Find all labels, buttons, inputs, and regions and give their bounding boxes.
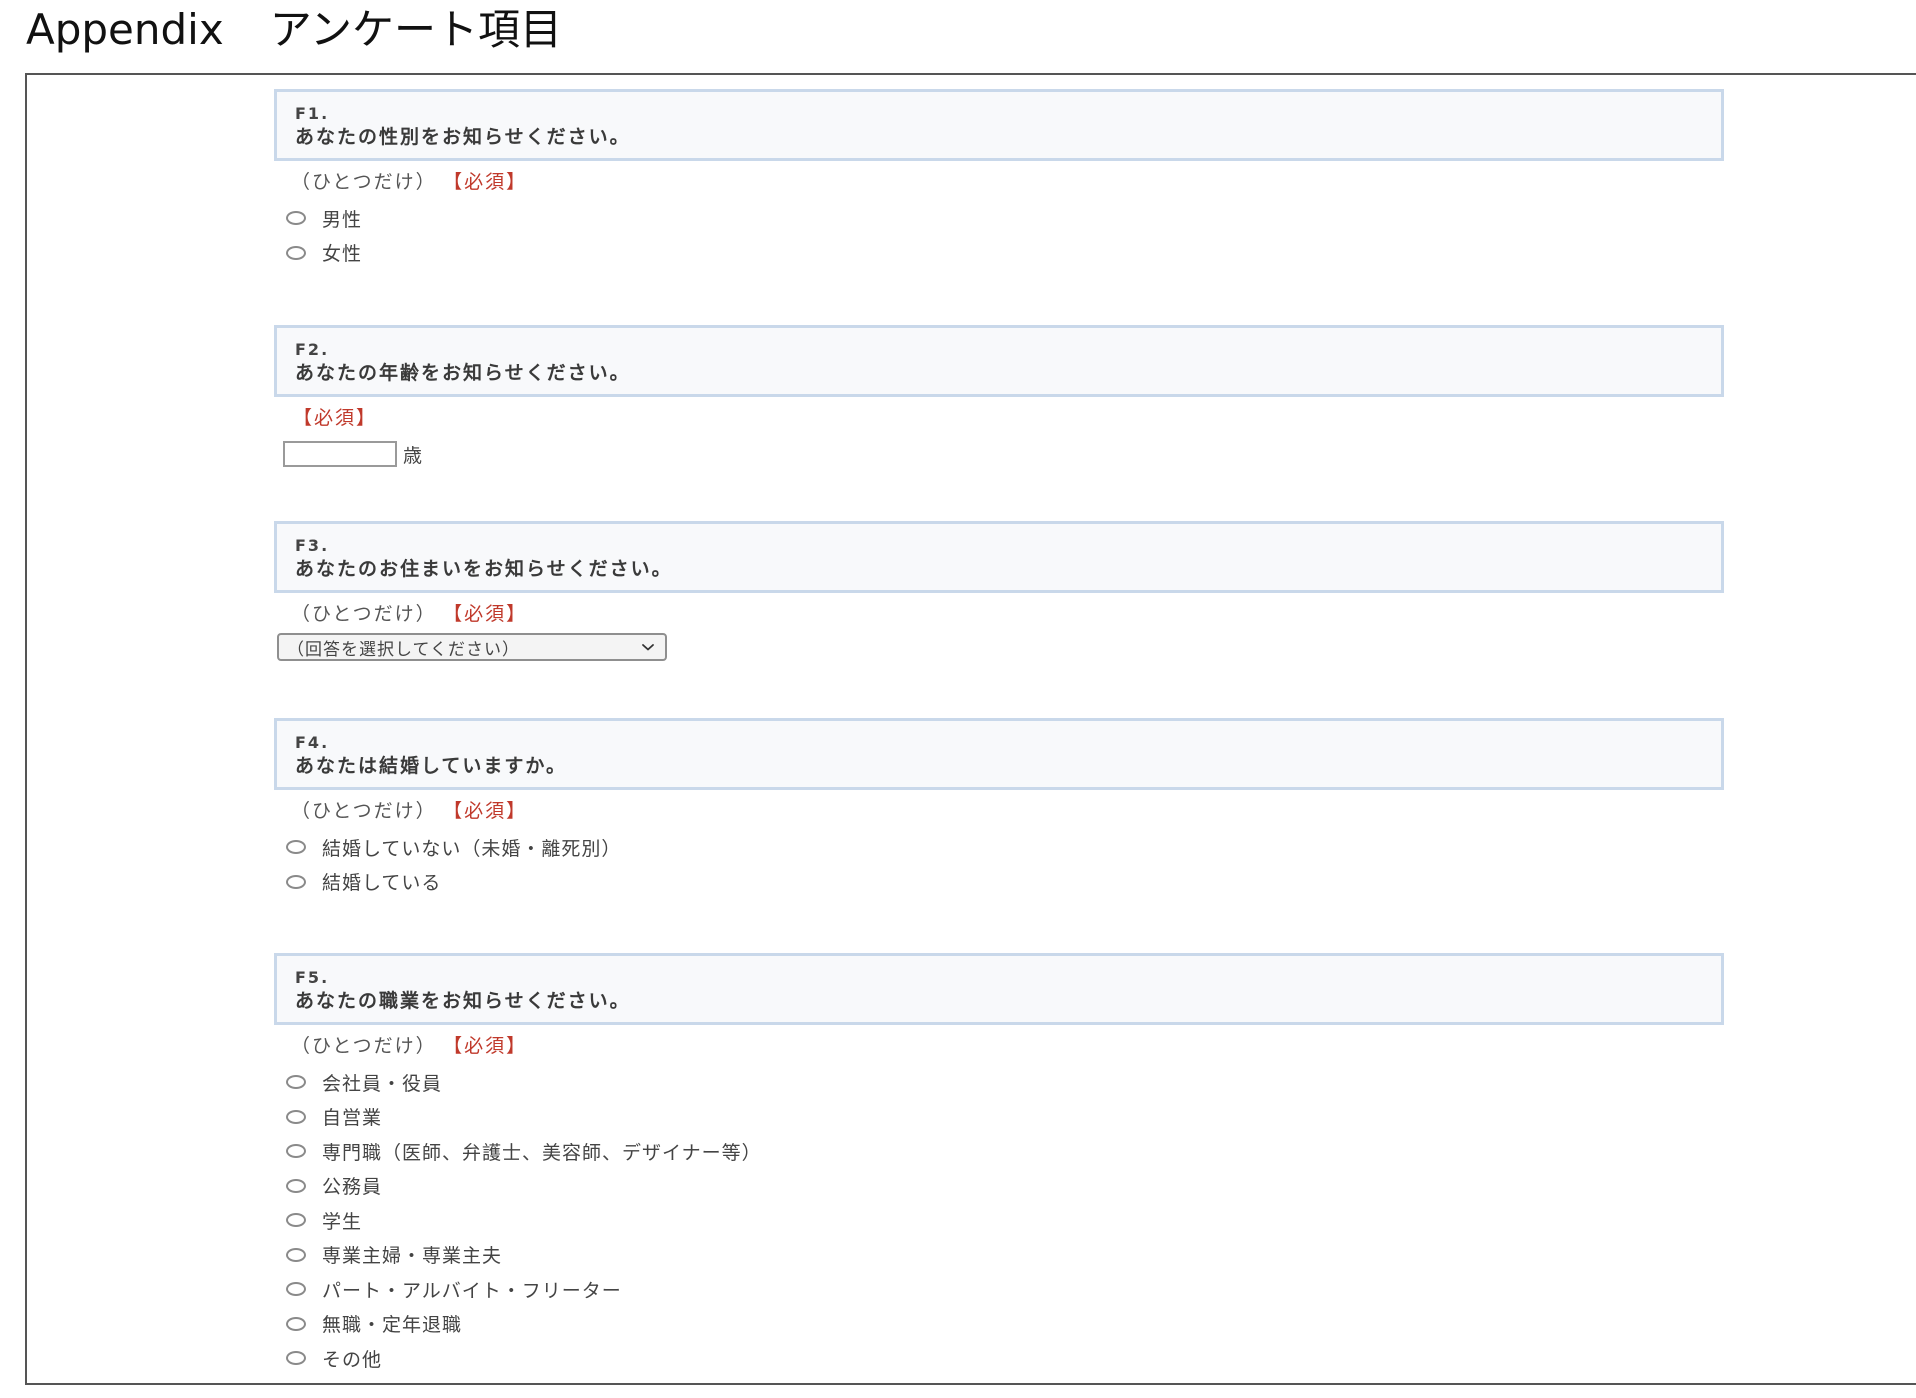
radio-button[interactable] (286, 1282, 306, 1297)
age-input[interactable] (283, 441, 397, 467)
question-f1: F1. あなたの性別をお知らせください。 （ひとつだけ） 【必須】 男性 女性 (250, 89, 1730, 270)
option-label: 専門職（医師、弁護士、美容師、デザイナー等） (322, 1141, 762, 1164)
question-header: F5. あなたの職業をお知らせください。 (274, 953, 1724, 1025)
question-text: あなたの年齢をお知らせください。 (295, 362, 631, 384)
marital-options: 結婚していない（未婚・離死別） 結婚している (286, 830, 1730, 899)
page-heading: Appendix アンケート項目 (26, 2, 562, 62)
radio-button[interactable] (286, 1351, 306, 1366)
question-text: あなたの性別をお知らせください。 (295, 126, 631, 148)
option-label: 結婚している (322, 872, 442, 895)
radio-button[interactable] (286, 1247, 306, 1262)
option-label: 自営業 (322, 1107, 383, 1130)
occupation-options: 会社員・役員 自営業 専門職（医師、弁護士、美容師、デザイナー等） 公務員 学生 (286, 1065, 1730, 1376)
gender-options: 男性 女性 (286, 201, 1730, 270)
question-header: F4. あなたは結婚していますか。 (274, 718, 1724, 790)
required-badge: 【必須】 (452, 171, 528, 193)
radio-button[interactable] (286, 1075, 306, 1090)
question-number: F1. (295, 104, 330, 123)
single-choice-note: （ひとつだけ） (291, 603, 437, 625)
option-label: その他 (322, 1348, 383, 1371)
option-married[interactable]: 結婚している (286, 865, 1730, 900)
radio-button[interactable] (286, 1144, 306, 1159)
option-label: 学生 (322, 1210, 363, 1233)
age-unit: 歳 (403, 444, 423, 467)
question-header: F3. あなたのお住まいをお知らせください。 (274, 521, 1724, 593)
option-label: 女性 (322, 243, 363, 266)
question-f5: F5. あなたの職業をお知らせください。 （ひとつだけ） 【必須】 会社員・役員 … (250, 953, 1730, 1376)
single-choice-note: （ひとつだけ） (291, 171, 437, 193)
option-homemaker[interactable]: 専業主婦・専業主夫 (286, 1238, 1730, 1273)
option-label: 無職・定年退職 (322, 1314, 463, 1337)
appendix-label: Appendix (26, 5, 224, 54)
question-number: F3. (295, 536, 330, 555)
option-label: 公務員 (322, 1176, 383, 1199)
question-text: あなたの職業をお知らせください。 (295, 990, 631, 1012)
question-number: F4. (295, 733, 330, 752)
option-civil-servant[interactable]: 公務員 (286, 1169, 1730, 1204)
option-label: 会社員・役員 (322, 1072, 443, 1095)
question-header: F1. あなたの性別をお知らせください。 (274, 89, 1724, 161)
option-part-time[interactable]: パート・アルバイト・フリーター (286, 1272, 1730, 1307)
radio-button[interactable] (286, 840, 306, 855)
option-label: 専業主婦・専業主夫 (322, 1245, 503, 1268)
single-choice-note: （ひとつだけ） (291, 800, 437, 822)
radio-button[interactable] (286, 245, 306, 260)
required-badge: 【必須】 (452, 603, 528, 625)
option-professional[interactable]: 専門職（医師、弁護士、美容師、デザイナー等） (286, 1134, 1730, 1169)
question-number: F5. (295, 968, 330, 987)
radio-button[interactable] (286, 211, 306, 226)
option-female[interactable]: 女性 (286, 236, 1730, 271)
answer-instructions: （ひとつだけ） 【必須】 (291, 1033, 1730, 1059)
single-choice-note: （ひとつだけ） (291, 1035, 437, 1057)
option-male[interactable]: 男性 (286, 201, 1730, 236)
option-student[interactable]: 学生 (286, 1203, 1730, 1238)
radio-button[interactable] (286, 874, 306, 889)
question-text: あなたは結婚していますか。 (295, 755, 568, 777)
question-number: F2. (295, 340, 330, 359)
option-label: パート・アルバイト・フリーター (322, 1279, 622, 1302)
question-header: F2. あなたの年齢をお知らせください。 (274, 325, 1724, 397)
required-badge: 【必須】 (293, 407, 378, 429)
question-text: あなたのお住まいをお知らせください。 (295, 558, 673, 580)
residence-select[interactable]: （回答を選択してください） (277, 633, 667, 661)
option-unemployed-retired[interactable]: 無職・定年退職 (286, 1307, 1730, 1342)
option-company-employee[interactable]: 会社員・役員 (286, 1065, 1730, 1100)
radio-button[interactable] (286, 1109, 306, 1124)
chevron-down-icon (642, 644, 654, 651)
age-row: 歳 (283, 439, 1730, 469)
page-title: アンケート項目 (269, 5, 563, 54)
radio-button[interactable] (286, 1213, 306, 1228)
radio-button[interactable] (286, 1316, 306, 1331)
option-label: 結婚していない（未婚・離死別） (322, 837, 622, 860)
question-f2: F2. あなたの年齢をお知らせください。 【必須】 歳 (250, 325, 1730, 469)
select-value: （回答を選択してください） (287, 639, 520, 660)
option-label: 男性 (322, 208, 363, 231)
option-self-employed[interactable]: 自営業 (286, 1100, 1730, 1135)
question-f4: F4. あなたは結婚していますか。 （ひとつだけ） 【必須】 結婚していない（未婚… (250, 718, 1730, 899)
answer-instructions: （ひとつだけ） 【必須】 (291, 798, 1730, 824)
option-not-married[interactable]: 結婚していない（未婚・離死別） (286, 830, 1730, 865)
answer-instructions: 【必須】 (293, 405, 1730, 431)
question-f3: F3. あなたのお住まいをお知らせください。 （ひとつだけ） 【必須】 （回答を選… (250, 521, 1730, 661)
radio-button[interactable] (286, 1178, 306, 1193)
required-badge: 【必須】 (452, 800, 528, 822)
survey-frame: F1. あなたの性別をお知らせください。 （ひとつだけ） 【必須】 男性 女性 F (25, 73, 1916, 1385)
answer-instructions: （ひとつだけ） 【必須】 (291, 601, 1730, 627)
required-badge: 【必須】 (452, 1035, 528, 1057)
answer-instructions: （ひとつだけ） 【必須】 (291, 169, 1730, 195)
option-other[interactable]: その他 (286, 1341, 1730, 1376)
